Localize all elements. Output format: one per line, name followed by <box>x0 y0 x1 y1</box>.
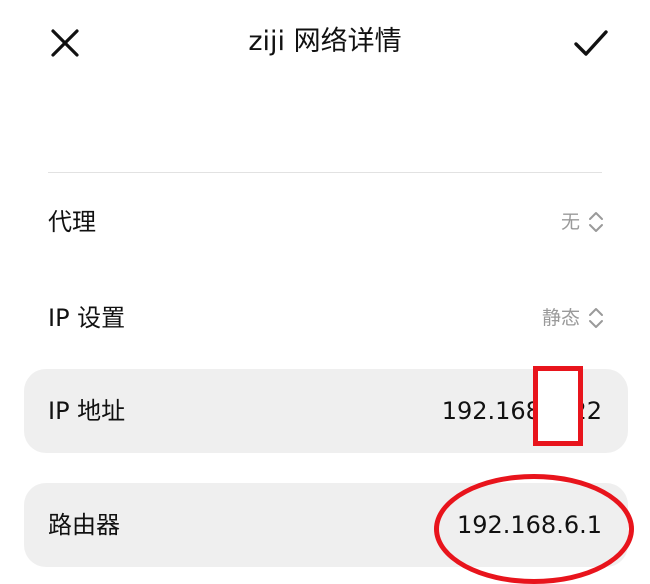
proxy-label: 代理 <box>48 208 96 236</box>
ip-settings-row[interactable]: IP 设置 静态 <box>24 276 628 360</box>
checkmark-icon <box>574 30 608 56</box>
confirm-button[interactable] <box>568 22 614 64</box>
section-divider <box>48 172 602 173</box>
up-down-chevron-icon <box>589 308 603 328</box>
up-down-chevron-icon <box>589 212 603 232</box>
annotation-box <box>533 366 583 446</box>
annotation-ellipse <box>434 474 634 584</box>
ip-settings-value: 静态 <box>541 307 580 329</box>
header: ziji 网络详情 <box>0 0 650 84</box>
proxy-row[interactable]: 代理 无 <box>24 180 628 264</box>
page-title: ziji 网络详情 <box>248 26 402 57</box>
ip-settings-label: IP 设置 <box>48 304 126 332</box>
router-label: 路由器 <box>48 511 120 539</box>
ip-address-label: IP 地址 <box>48 397 126 425</box>
proxy-value: 无 <box>560 211 580 233</box>
